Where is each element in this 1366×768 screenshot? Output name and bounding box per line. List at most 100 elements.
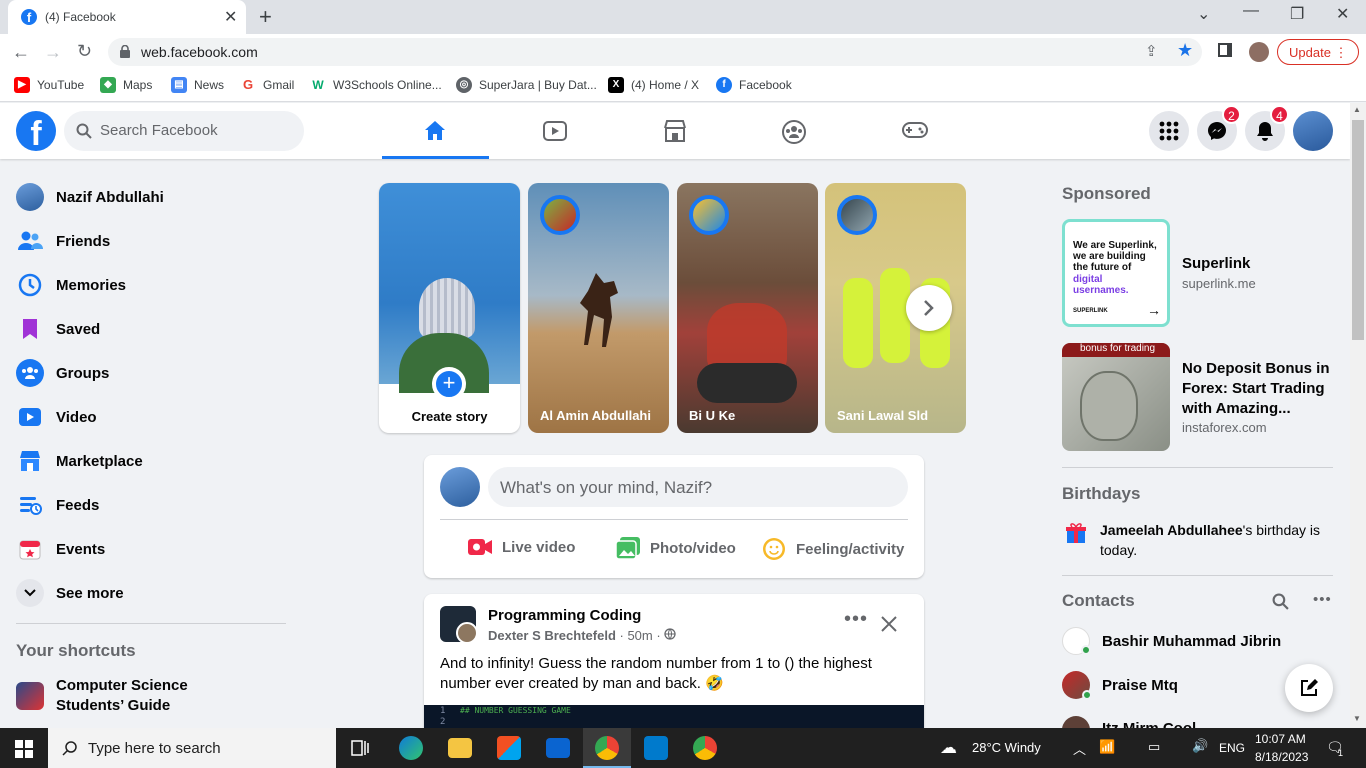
bookmark-x[interactable]: X (4) Home / X — [608, 77, 699, 93]
see-more-button[interactable]: See more — [16, 575, 124, 611]
story-card[interactable]: Al Amin Abdullahi — [528, 183, 669, 433]
contact-item[interactable]: Bashir Muhammad Jibrin — [1062, 627, 1281, 655]
volume-icon[interactable]: 🔊 — [1192, 738, 1208, 754]
instaforex-ad-image[interactable]: bonus for trading — [1062, 343, 1170, 451]
vscode-icon[interactable] — [644, 736, 668, 760]
network-icon[interactable]: 📶 — [1099, 739, 1115, 755]
contact-item[interactable]: Itz Mirm Cool — [1062, 716, 1196, 728]
windows-start-icon[interactable] — [15, 740, 33, 758]
online-indicator — [1082, 690, 1092, 700]
file-explorer-icon[interactable] — [448, 738, 472, 758]
live-video-button[interactable]: Live video — [468, 538, 575, 556]
search-facebook-input[interactable]: Search Facebook — [64, 111, 304, 151]
bookmark-news[interactable]: ▤ News — [171, 77, 224, 93]
bookmark-w3schools[interactable]: W W3Schools Online... — [310, 77, 442, 93]
avatar — [1062, 716, 1090, 728]
scroll-down-icon[interactable]: ▼ — [1353, 714, 1361, 723]
gift-icon — [1066, 523, 1086, 543]
feeling-activity-button[interactable]: Feeling/activity — [762, 537, 904, 561]
contact-item[interactable]: Praise Mtq — [1062, 671, 1178, 700]
clock-time[interactable]: 10:07 AM — [1255, 732, 1306, 746]
back-button[interactable]: ← — [12, 42, 30, 63]
browser-tab[interactable]: f (4) Facebook ✕ — [8, 0, 246, 34]
close-icon[interactable] — [881, 616, 897, 632]
nav-home[interactable] — [382, 111, 488, 151]
bookmark-superjara[interactable]: ◎ SuperJara | Buy Dat... — [456, 77, 597, 93]
left-item-friends[interactable]: Friends — [16, 223, 110, 259]
ad2-title[interactable]: No Deposit Bonus in Forex: Start Trading… — [1182, 359, 1332, 419]
left-item-video[interactable]: Video — [16, 399, 97, 435]
omnibox[interactable]: web.facebook.com ⇪ ★ — [108, 38, 1202, 66]
tab-search-icon[interactable]: ⌄ — [1197, 4, 1210, 24]
chevron-up-icon[interactable]: ︿ — [1073, 739, 1086, 758]
nav-groups[interactable] — [740, 111, 846, 151]
scroll-up-icon[interactable]: ▲ — [1353, 105, 1361, 114]
shortcut-cs-students-guide[interactable]: Computer Science Students’ Guide — [16, 676, 256, 718]
left-item-memories[interactable]: Memories — [16, 267, 126, 303]
gaming-icon — [902, 122, 928, 138]
facebook-logo[interactable]: f — [16, 111, 56, 153]
notifications-button[interactable]: 4 — [1245, 105, 1289, 151]
battery-icon[interactable]: ▭ — [1148, 739, 1160, 755]
bookmark-star-icon[interactable]: ★ — [1177, 40, 1193, 61]
new-message-button[interactable] — [1285, 664, 1333, 712]
microsoft-store-icon[interactable] — [497, 736, 521, 760]
update-button[interactable]: Update ⋮ — [1277, 39, 1359, 65]
nav-gaming[interactable] — [860, 111, 966, 151]
story-card[interactable]: Bi U Ke — [677, 183, 818, 433]
forward-button[interactable]: → — [44, 42, 62, 63]
more-options-icon[interactable]: ••• — [844, 608, 868, 631]
left-item-saved[interactable]: Saved — [16, 311, 100, 347]
messenger-button[interactable]: 2 — [1197, 105, 1241, 151]
more-options-icon[interactable]: ••• — [1313, 591, 1332, 608]
close-window-button[interactable]: ✕ — [1336, 4, 1349, 24]
chrome-icon[interactable] — [595, 736, 619, 760]
author-avatar[interactable] — [456, 622, 478, 644]
search-icon[interactable] — [1272, 593, 1289, 610]
chrome-icon[interactable] — [693, 736, 717, 760]
account-avatar[interactable] — [1293, 111, 1333, 151]
ad1-title[interactable]: Superlink — [1182, 255, 1250, 272]
left-item-groups[interactable]: Groups — [16, 355, 109, 391]
bell-icon — [1257, 122, 1273, 141]
nav-video[interactable] — [501, 111, 607, 151]
left-item-marketplace[interactable]: Marketplace — [16, 443, 143, 479]
weather-text[interactable]: 28°C Windy — [972, 740, 1041, 755]
birthday-name[interactable]: Jameelah Abdullahee — [1100, 522, 1243, 538]
minimize-button[interactable]: — — [1243, 2, 1259, 20]
clock-date[interactable]: 8/18/2023 — [1255, 750, 1308, 764]
profile-avatar[interactable] — [1249, 42, 1269, 62]
mail-icon[interactable] — [546, 738, 570, 758]
left-item-feeds[interactable]: Feeds — [16, 487, 99, 523]
reload-button[interactable]: ↻ — [77, 41, 92, 62]
share-icon[interactable]: ⇪ — [1145, 42, 1158, 60]
scrollbar-thumb[interactable] — [1352, 120, 1364, 340]
photo-video-button[interactable]: Photo/video — [616, 537, 736, 559]
menu-button[interactable] — [1149, 111, 1189, 151]
nav-marketplace[interactable] — [621, 111, 727, 151]
stories-next-button[interactable] — [906, 285, 952, 331]
post-author[interactable]: Dexter S Brechtefeld — [488, 628, 616, 643]
close-tab-icon[interactable]: ✕ — [224, 7, 237, 27]
bookmark-youtube[interactable]: ▶ YouTube — [14, 77, 84, 93]
weather-icon[interactable]: ☁ — [940, 738, 957, 758]
left-item-events[interactable]: Events — [16, 531, 105, 567]
post-group-name[interactable]: Programming Coding — [488, 607, 641, 624]
new-tab-button[interactable]: + — [259, 4, 272, 30]
left-profile-item[interactable]: Nazif Abdullahi — [16, 179, 164, 215]
avatar — [689, 195, 729, 235]
bookmark-maps[interactable]: ◆ Maps — [100, 77, 152, 93]
taskbar-search-box[interactable]: Type here to search — [48, 728, 336, 768]
bookmark-facebook[interactable]: f Facebook — [716, 77, 792, 93]
create-story-card[interactable]: + Create story — [379, 183, 520, 433]
language-indicator[interactable]: ENG — [1219, 741, 1245, 755]
superlink-ad-image[interactable]: We are Superlink, we are building the fu… — [1062, 219, 1170, 327]
bookmark-gmail[interactable]: G Gmail — [240, 77, 294, 93]
task-view-icon[interactable] — [350, 738, 370, 758]
groups-icon — [16, 359, 44, 387]
side-panel-icon[interactable] — [1218, 43, 1232, 57]
restore-button[interactable]: ❐ — [1290, 4, 1304, 24]
whats-on-your-mind-input[interactable]: What's on your mind, Nazif? — [488, 467, 908, 507]
edge-icon[interactable] — [399, 736, 423, 760]
post-time[interactable]: · 50m · — [616, 628, 664, 643]
